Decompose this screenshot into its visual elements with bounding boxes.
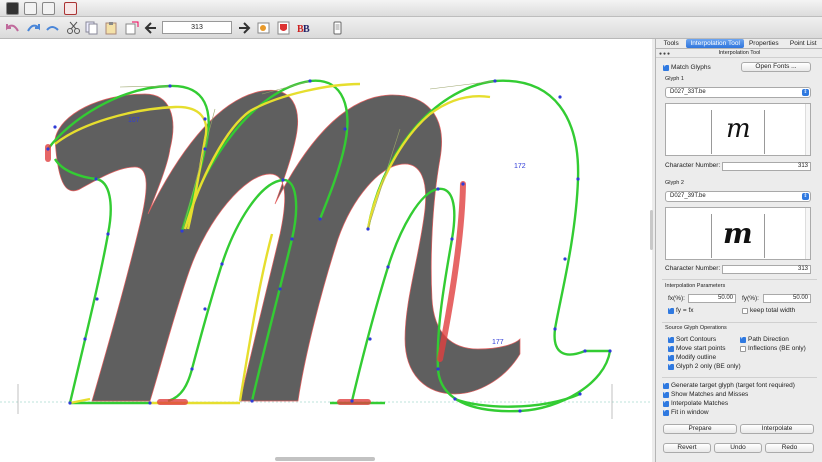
redo-arrow-icon[interactable]: [26, 21, 41, 35]
interpolate-matches-label: Interpolate Matches: [671, 400, 729, 407]
undo-button[interactable]: Undo: [714, 443, 762, 453]
glyph2-font-value: D027_39T.be: [670, 193, 706, 199]
copy-icon[interactable]: [84, 21, 99, 35]
move-start-points-label: Move start points: [676, 345, 726, 352]
font-bb-icon[interactable]: BB: [296, 21, 311, 35]
redo-button[interactable]: Redo: [765, 443, 814, 453]
glyph1-char-field[interactable]: 313: [722, 162, 811, 171]
glyph1-char-label: Character Number:: [665, 162, 721, 169]
panel-tabs: Tools Interpolation Tool Properties Poin…: [656, 39, 822, 49]
glyph2-char-label: Character Number:: [665, 265, 721, 272]
undo-arrow-icon[interactable]: [5, 21, 20, 35]
glyph2-heading: Glyph 2: [665, 180, 684, 186]
vertical-scrollbar[interactable]: [650, 210, 653, 250]
svg-text:B: B: [303, 24, 310, 35]
interpolate-button[interactable]: Interpolate: [740, 424, 814, 434]
glyph2-preview-glyph: m: [723, 217, 753, 250]
interp-params-heading: Interpolation Parameters: [665, 283, 726, 289]
glyph-canvas[interactable]: 107 172 177: [0, 39, 652, 462]
divider: [662, 322, 817, 323]
tab-interpolation-tool[interactable]: Interpolation Tool: [686, 39, 745, 48]
fy-eq-fx-label: fy = fx: [676, 307, 694, 314]
fy-label: fy(%):: [742, 295, 759, 302]
fy-eq-fx-checkbox[interactable]: [668, 305, 674, 314]
rotate-icon[interactable]: [45, 21, 60, 35]
revert-button[interactable]: Revert: [663, 443, 711, 453]
keep-total-width-checkbox[interactable]: [742, 308, 748, 314]
glyph-a-icon[interactable]: [64, 2, 77, 15]
match-glyphs-checkbox[interactable]: [663, 62, 669, 71]
horizontal-scrollbar[interactable]: [275, 457, 375, 461]
source-ops-heading: Source Glyph Operations: [665, 325, 727, 331]
contour-label: 177: [492, 339, 504, 346]
inflections-label: Inflections (BE only): [748, 345, 806, 352]
metrics-icon[interactable]: [24, 2, 37, 15]
glyph-outline-svg[interactable]: [0, 39, 652, 462]
open-fonts-button[interactable]: Open Fonts ...: [741, 62, 811, 72]
scissors-icon[interactable]: [66, 21, 81, 35]
fy-input[interactable]: 50.00: [763, 294, 811, 303]
glyph2-preview-scrollbar[interactable]: [805, 208, 810, 259]
paste-icon[interactable]: [104, 21, 119, 35]
glyph1-font-select[interactable]: D027_33T.be ⇕: [665, 87, 811, 98]
window-controls-icon[interactable]: ●●●: [659, 51, 671, 57]
glyph1-font-value: D027_33T.be: [670, 89, 706, 95]
interpolation-panel: Tools Interpolation Tool Properties Poin…: [655, 39, 822, 462]
match-glyphs-label: Match Glyphs: [671, 64, 711, 71]
glyph1-preview-scrollbar[interactable]: [805, 104, 810, 155]
fx-input[interactable]: 50.00: [688, 294, 736, 303]
edit-toolbar: 313 BB: [0, 17, 822, 39]
glyph2-font-select[interactable]: D027_39T.be ⇕: [665, 191, 811, 202]
fx-label: fx(%):: [668, 295, 685, 302]
glyph2-preview: m: [665, 207, 811, 260]
glyph2-only-checkbox[interactable]: [668, 361, 674, 370]
divider: [662, 279, 817, 280]
path-direction-label: Path Direction: [748, 336, 789, 343]
fit-in-window-label: Fit in window: [671, 409, 709, 416]
glyph2-only-label: Glyph 2 only (BE only): [676, 363, 741, 370]
grid-icon[interactable]: [42, 2, 55, 15]
prepare-button[interactable]: Prepare: [663, 424, 737, 434]
app-window: 313 BB 107 172 177 Tools Interpolation T…: [0, 0, 822, 462]
show-matches-label: Show Matches and Misses: [671, 391, 749, 398]
device-icon[interactable]: [330, 21, 345, 35]
tab-properties[interactable]: Properties: [744, 39, 783, 48]
glyph1-preview: m: [665, 103, 811, 156]
new-glyph-icon[interactable]: [124, 21, 139, 35]
font-view-icon[interactable]: [6, 2, 19, 15]
path-direction-checkbox[interactable]: [740, 334, 746, 343]
bitmap-icon[interactable]: [256, 21, 271, 35]
generate-target-label: Generate target glyph (target font requi…: [671, 382, 795, 389]
glyph-number-field[interactable]: 313: [162, 21, 232, 34]
sort-contours-label: Sort Contours: [676, 336, 717, 343]
keep-total-width-label: keep total width: [750, 307, 796, 314]
next-glyph-icon[interactable]: [237, 21, 252, 35]
chevron-down-icon: ⇕: [802, 193, 809, 200]
tab-tools[interactable]: Tools: [656, 39, 686, 48]
panel-title: Interpolation Tool: [656, 49, 822, 58]
divider: [662, 377, 817, 378]
inflections-checkbox[interactable]: [740, 346, 746, 352]
previous-glyph-icon[interactable]: [144, 21, 159, 35]
tab-point-list[interactable]: Point List: [784, 39, 822, 48]
contour-label: 172: [514, 163, 526, 170]
chevron-down-icon: ⇕: [802, 89, 809, 96]
top-toolbar: [0, 0, 822, 17]
glyph1-preview-glyph: m: [726, 114, 751, 144]
glyph1-heading: Glyph 1: [665, 76, 684, 82]
outline-shield-icon[interactable]: [276, 21, 291, 35]
contour-label: 107: [128, 117, 140, 124]
glyph2-char-field[interactable]: 313: [722, 265, 811, 274]
fit-in-window-checkbox[interactable]: [663, 407, 669, 416]
modify-outline-label: Modify outline: [676, 354, 717, 361]
